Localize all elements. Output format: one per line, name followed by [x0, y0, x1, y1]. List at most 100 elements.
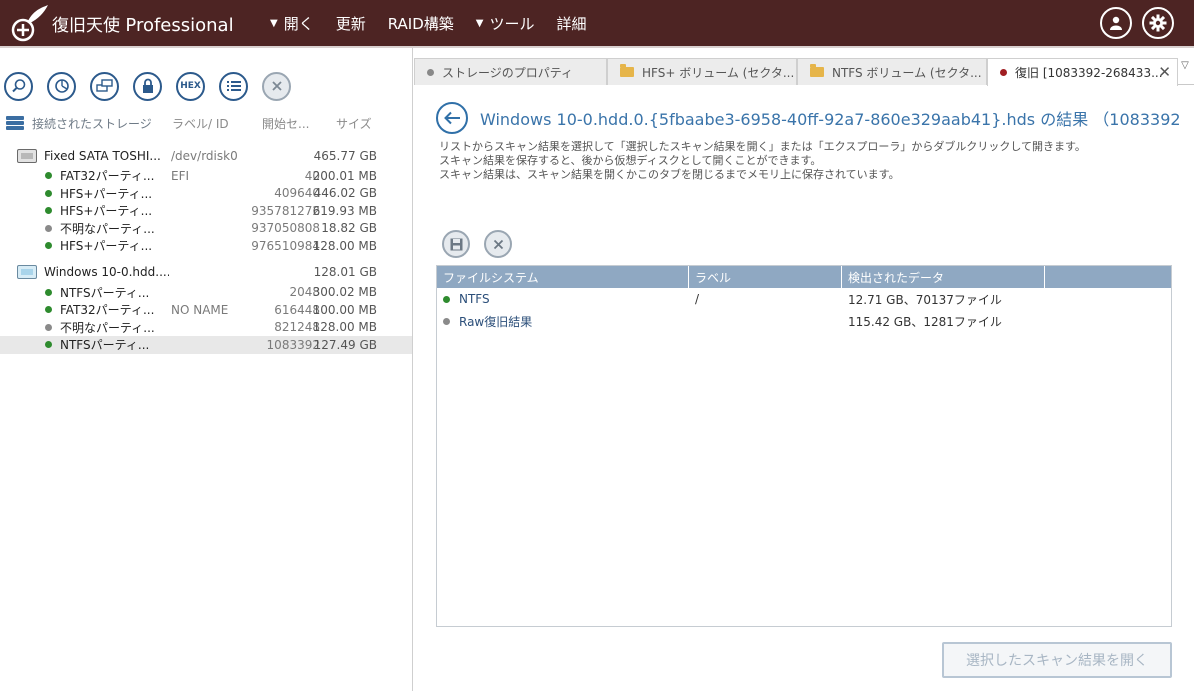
- tree-partition[interactable]: FAT32パーティ... EFI 40 200.01 MB: [0, 167, 412, 185]
- tab-recovery[interactable]: 復旧 [1083392-268433... ✕: [987, 58, 1178, 86]
- hex-button[interactable]: HEX: [176, 71, 205, 101]
- user-icon: [1110, 16, 1122, 30]
- partition-name: FAT32パーティ...: [60, 169, 155, 184]
- disk-size: 465.77 GB: [313, 148, 377, 163]
- tree-partition[interactable]: NTFSパーティ... 1083392 127.49 GB: [0, 336, 412, 354]
- scan-button[interactable]: [4, 71, 33, 101]
- app-title: 復旧天使 Professional: [52, 11, 234, 36]
- partition-status-icon: [45, 288, 52, 296]
- tree-partition[interactable]: FAT32パーティ... NO NAME 616448 100.00 MB: [0, 301, 412, 319]
- hard-disk-icon: [17, 265, 37, 279]
- tab-label: 復旧 [1083392-268433...: [1015, 66, 1163, 80]
- main-menu: ▼ 開く 更新 RAID構築 ▼ ツール 詳細: [270, 13, 609, 34]
- list-icon: [226, 81, 241, 91]
- partition-status-icon: [45, 341, 52, 349]
- open-button-label: 選択したスキャン結果を開く: [966, 653, 1148, 669]
- status-dot-icon: [427, 68, 434, 76]
- result-title: Windows 10-0.hdd.0.{5fbaabe3-6958-40ff-9…: [480, 110, 1180, 129]
- menu-details[interactable]: 詳細: [557, 13, 587, 34]
- save-button[interactable]: [442, 230, 470, 258]
- partition-start: 937050808: [251, 221, 320, 236]
- description-line: スキャン結果は、スキャン結果を開くかこのタブを閉じるまでメモリ上に保存されていま…: [439, 168, 900, 181]
- table-row[interactable]: Raw復旧結果 115.42 GB、1281ファイル: [437, 310, 1171, 332]
- tab-bar: ストレージのプロパティ HFS+ ボリューム (セクタ... NTFS ボリュー…: [414, 58, 1194, 86]
- arrow-left-icon: [444, 111, 460, 125]
- partition-status-icon: [45, 172, 52, 180]
- partition-size: 619.93 MB: [312, 203, 377, 218]
- partition-size: 446.02 GB: [313, 186, 377, 201]
- close-icon: [493, 239, 503, 249]
- dropdown-arrow-icon: ▼: [475, 17, 484, 29]
- menu-open-label: 開く: [283, 14, 314, 33]
- header-storage[interactable]: 接続されたストレージ: [32, 115, 172, 132]
- partition-status-icon: [45, 323, 52, 331]
- tab-close-icon[interactable]: ✕: [1158, 63, 1171, 81]
- cell-detected-data: 12.71 GB、70137ファイル: [848, 292, 1002, 307]
- storage-stack-icon: [6, 116, 24, 130]
- settings-button[interactable]: [1142, 7, 1174, 39]
- hex-label: HEX: [180, 81, 201, 91]
- tree-partition[interactable]: HFS+パーティ... 976510984 128.00 MB: [0, 237, 412, 255]
- tab-ntfs-volume[interactable]: NTFS ボリューム (セクタ...: [797, 58, 987, 85]
- filesystem-name: Raw復旧結果: [459, 314, 533, 329]
- menu-open[interactable]: ▼ 開く: [270, 13, 314, 34]
- table-row[interactable]: NTFS / 12.71 GB、70137ファイル: [437, 288, 1171, 310]
- menu-refresh[interactable]: 更新: [336, 13, 366, 34]
- partition-status-icon: [45, 189, 52, 197]
- scan-results-table: ファイルシステム ラベル 検出されたデータ NTFS / 12.71 GB、7013…: [436, 265, 1172, 627]
- partition-button[interactable]: [47, 71, 76, 101]
- result-header: Windows 10-0.hdd.0.{5fbaabe3-6958-40ff-9…: [436, 102, 1180, 134]
- menu-details-label: 詳細: [556, 14, 587, 33]
- menu-refresh-label: 更新: [335, 14, 366, 33]
- tree-partition[interactable]: HFS+パーティ... 409640 446.02 GB: [0, 185, 412, 203]
- gear-icon: [1149, 14, 1167, 32]
- column-filesystem[interactable]: ファイルシステム: [437, 266, 689, 288]
- partition-name: HFS+パーティ...: [60, 186, 153, 201]
- tree-partition[interactable]: 不明なパーティ... 821248 128.00 MB: [0, 319, 412, 337]
- tree-header: 接続されたストレージ ラベル/ ID 開始セ... サイズ: [0, 108, 412, 138]
- status-dot-icon: [443, 317, 450, 325]
- app-logo: 復旧天使 Professional: [8, 3, 270, 43]
- status-dot-icon: [1000, 69, 1007, 76]
- header-label[interactable]: ラベル/ ID: [172, 115, 262, 132]
- tab-overflow-icon[interactable]: ▽: [1178, 58, 1192, 85]
- partition-size: 128.00 MB: [312, 320, 377, 335]
- open-selected-result-button[interactable]: 選択したスキャン結果を開く: [942, 642, 1172, 678]
- description-line: リストからスキャン結果を選択して「選択したスキャン結果を開く」または「エクスプロ…: [439, 140, 1086, 153]
- partition-size: 127.49 GB: [313, 337, 377, 352]
- tab-label: NTFS ボリューム (セクタ...: [832, 65, 982, 80]
- folder-icon: [620, 64, 634, 77]
- column-detected-data[interactable]: 検出されたデータ: [842, 266, 1045, 288]
- column-label[interactable]: ラベル: [689, 266, 842, 288]
- table-body: NTFS / 12.71 GB、70137ファイル Raw復旧結果 115.42 GB、…: [437, 288, 1171, 332]
- tree-partition[interactable]: 不明なパーティ... 937050808 18.82 GB: [0, 220, 412, 238]
- menu-tools[interactable]: ▼ ツール: [476, 13, 535, 34]
- partition-status-icon: [45, 207, 52, 215]
- content-pane: ストレージのプロパティ HFS+ ボリューム (セクタ... NTFS ボリュー…: [414, 48, 1194, 691]
- header-size[interactable]: サイズ: [336, 115, 396, 132]
- header-start-sector[interactable]: 開始セ...: [262, 115, 336, 132]
- lock-button[interactable]: [133, 71, 162, 101]
- partition-status-icon: [45, 306, 52, 314]
- floppy-save-icon: [450, 238, 462, 250]
- tree-partition[interactable]: HFS+パーティ... 935781272 619.93 MB: [0, 202, 412, 220]
- tab-storage-properties[interactable]: ストレージのプロパティ: [414, 58, 607, 85]
- tab-label: ストレージのプロパティ: [442, 65, 574, 80]
- menu-raid[interactable]: RAID構築: [388, 13, 454, 34]
- hard-disk-icon: [17, 148, 37, 163]
- storage-pane: HEX 接続されたストレージ ラベル/ ID 開始セ... サイズ Fixed …: [0, 48, 413, 691]
- tab-hfs-volume[interactable]: HFS+ ボリューム (セクタ...: [607, 58, 797, 85]
- description-line: スキャン結果を保存すると、後から仮想ディスクとして開くことができます。: [439, 154, 822, 167]
- disk-image-button[interactable]: [90, 71, 119, 101]
- back-button[interactable]: [436, 102, 468, 134]
- tree-disk[interactable]: Fixed SATA TOSHI... /dev/rdisk0 465.77 GB: [0, 144, 412, 167]
- partition-size: 128.00 MB: [312, 238, 377, 253]
- list-button[interactable]: [219, 71, 248, 101]
- close-icon: [271, 81, 282, 91]
- account-button[interactable]: [1100, 7, 1132, 39]
- tree-disk[interactable]: Windows 10-0.hdd.... 128.01 GB: [0, 261, 412, 284]
- partition-label: EFI: [171, 168, 190, 183]
- close-storage-button[interactable]: [262, 71, 291, 101]
- tree-partition[interactable]: NTFSパーティ... 2048 300.02 MB: [0, 284, 412, 302]
- close-result-button[interactable]: [484, 230, 512, 258]
